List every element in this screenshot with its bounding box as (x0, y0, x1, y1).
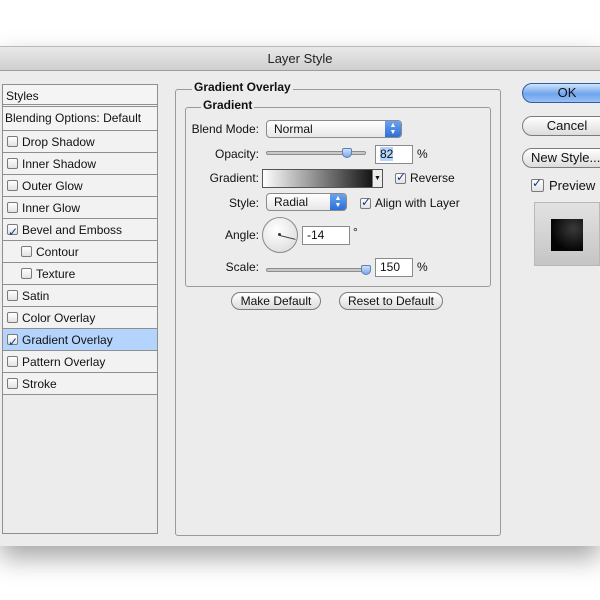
opacity-input[interactable]: 82 (375, 145, 413, 164)
styles-list-panel: Styles Blending Options: Default Drop Sh… (2, 84, 158, 534)
style-item-outer-glow[interactable]: Outer Glow (3, 175, 157, 197)
reverse-checkbox[interactable] (395, 170, 406, 184)
angle-input[interactable]: -14 (302, 226, 350, 245)
align-with-layer-label: Align with Layer (375, 196, 460, 210)
opacity-value: 82 (380, 147, 394, 161)
reverse-label: Reverse (410, 171, 455, 185)
align-with-layer-checkbox[interactable] (360, 195, 371, 209)
reset-to-default-button[interactable]: Reset to Default (339, 292, 443, 310)
style-item-label: Inner Glow (22, 200, 81, 215)
style-item-bevel-emboss[interactable]: Bevel and Emboss (3, 219, 157, 243)
style-item-label: Bevel and Emboss (22, 222, 123, 237)
gradient-style-value: Radial (274, 195, 309, 209)
preview-option[interactable]: Preview (531, 176, 596, 193)
style-item-label: Drop Shadow (22, 134, 95, 149)
select-arrows-icon: ▲ ▼ (385, 121, 401, 137)
angle-value: -14 (307, 228, 325, 242)
style-item-label: Outer Glow (22, 178, 83, 193)
style-item-satin[interactable]: Satin (3, 285, 157, 307)
style-item-texture[interactable]: Texture (3, 263, 157, 285)
scale-value: 150 (380, 260, 401, 274)
style-item-inner-glow[interactable]: Inner Glow (3, 197, 157, 219)
gradient-overlay-title: Gradient Overlay (192, 80, 293, 94)
style-item-drop-shadow[interactable]: Drop Shadow (3, 131, 157, 153)
inner-glow-checkbox[interactable] (7, 202, 18, 213)
gradient-subgroup-title: Gradient (201, 98, 255, 112)
scale-slider[interactable] (266, 265, 371, 275)
satin-checkbox[interactable] (7, 290, 18, 301)
new-style-button[interactable]: New Style... (522, 148, 600, 168)
style-item-gradient-overlay[interactable]: Gradient Overlay (3, 329, 157, 353)
preview-swatch (551, 219, 583, 251)
style-item-inner-shadow[interactable]: Inner Shadow (3, 153, 157, 175)
window-title: Layer Style (0, 47, 600, 71)
inner-shadow-checkbox[interactable] (7, 158, 18, 169)
preview-label: Preview (549, 178, 596, 193)
scale-unit: % (417, 260, 428, 274)
gradient-overlay-checkbox[interactable] (7, 331, 18, 353)
pattern-overlay-checkbox[interactable] (7, 356, 18, 367)
preview-checkbox[interactable] (531, 176, 544, 192)
angle-unit: ° (353, 225, 358, 239)
gradient-style-select[interactable]: Radial ▲ ▼ (266, 193, 347, 211)
style-item-label: Stroke (22, 376, 57, 391)
style-item-stroke[interactable]: Stroke (3, 373, 157, 395)
style-item-label: Texture (36, 266, 76, 281)
blend-mode-select[interactable]: Normal ▲ ▼ (266, 120, 402, 138)
style-label: Style: (228, 196, 259, 210)
gradient-dropdown-icon[interactable]: ▼ (372, 170, 382, 187)
style-item-pattern-overlay[interactable]: Pattern Overlay (3, 351, 157, 373)
blending-options-item[interactable]: Blending Options: Default (3, 107, 157, 131)
styles-header[interactable]: Styles (3, 85, 157, 107)
style-item-label: Color Overlay (22, 310, 96, 325)
preview-thumbnail (534, 202, 600, 266)
reverse-option[interactable]: Reverse (395, 170, 455, 185)
layer-style-dialog: Layer Style Styles Blending Options: Def… (0, 46, 600, 546)
make-default-button[interactable]: Make Default (231, 292, 321, 310)
align-with-layer-option[interactable]: Align with Layer (360, 195, 460, 210)
stroke-checkbox[interactable] (7, 378, 18, 389)
style-item-color-overlay[interactable]: Color Overlay (3, 307, 157, 329)
cancel-button[interactable]: Cancel (522, 116, 600, 136)
scale-slider-thumb[interactable] (361, 265, 371, 275)
angle-dial-needle (279, 235, 296, 240)
color-overlay-checkbox[interactable] (7, 312, 18, 323)
gradient-label: Gradient: (209, 171, 259, 185)
opacity-slider[interactable] (266, 148, 366, 158)
style-item-label: Contour (36, 244, 79, 259)
opacity-label: Opacity: (214, 147, 259, 161)
texture-checkbox[interactable] (21, 268, 32, 279)
gradient-picker[interactable]: ▼ (262, 169, 383, 188)
style-item-contour[interactable]: Contour (3, 241, 157, 263)
angle-dial[interactable] (262, 217, 298, 253)
style-item-label: Pattern Overlay (22, 354, 106, 369)
blend-mode-label: Blend Mode: (191, 122, 259, 136)
scale-label: Scale: (225, 260, 259, 274)
style-item-label: Gradient Overlay (22, 332, 113, 347)
contour-checkbox[interactable] (21, 246, 32, 257)
opacity-unit: % (417, 147, 428, 161)
scale-input[interactable]: 150 (375, 258, 413, 277)
ok-button[interactable]: OK (522, 83, 600, 103)
bevel-emboss-checkbox[interactable] (7, 221, 18, 243)
drop-shadow-checkbox[interactable] (7, 136, 18, 147)
select-arrows-icon: ▲ ▼ (330, 194, 346, 210)
angle-label: Angle: (224, 228, 259, 242)
blend-mode-value: Normal (274, 122, 313, 136)
outer-glow-checkbox[interactable] (7, 180, 18, 191)
style-item-label: Inner Shadow (22, 156, 97, 171)
style-item-label: Satin (22, 288, 50, 303)
